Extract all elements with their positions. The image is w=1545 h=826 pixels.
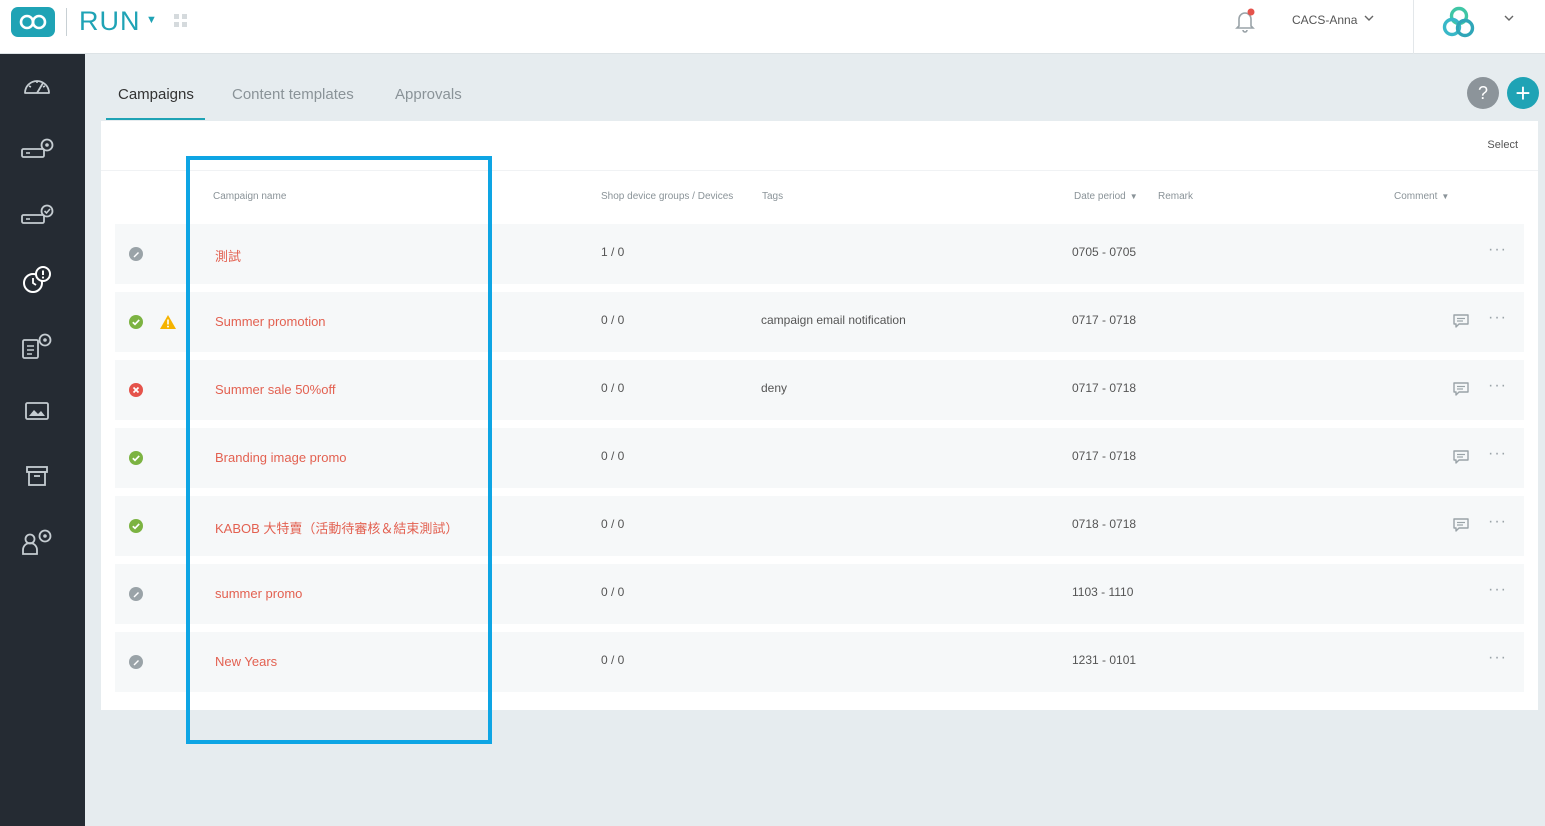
date-period: 0705 - 0705 <box>1072 245 1137 259</box>
sidebar-item-campaigns[interactable] <box>17 260 57 300</box>
tab-content-templates[interactable]: Content templates <box>232 86 354 103</box>
column-header-campaign-name[interactable]: Campaign name <box>213 191 286 202</box>
sidebar-item-device-settings[interactable] <box>17 130 57 170</box>
archive-box-icon <box>26 466 48 486</box>
date-period: 0717 - 0718 <box>1072 313 1137 327</box>
campaign-name-link[interactable]: summer promo <box>215 586 302 601</box>
sidebar-item-dashboard[interactable] <box>17 66 57 106</box>
more-options-icon[interactable]: ··· <box>1488 649 1507 667</box>
device-count: 0 / 0 <box>601 653 625 667</box>
more-options-icon[interactable]: ··· <box>1488 241 1507 259</box>
device-count: 0 / 0 <box>601 517 625 531</box>
sidebar-item-device-check[interactable] <box>17 196 57 236</box>
chevron-down-icon[interactable] <box>1363 11 1375 29</box>
campaign-name-link[interactable]: 測試 <box>215 246 241 265</box>
app-logo[interactable] <box>11 7 55 37</box>
device-check-icon <box>21 204 54 224</box>
table-row[interactable]: KABOB 大特賣（活動待審核＆結束測試） 0 / 0 0718 - 0718 ··· <box>115 496 1524 556</box>
table-row[interactable]: Summer sale 50%off 0 / 0 deny 0717 - 0718 ··… <box>115 360 1524 420</box>
app-grid-icon[interactable] <box>174 14 188 33</box>
draft-pencil-icon <box>129 655 143 669</box>
table-row[interactable]: Summer promotion 0 / 0 campaign email noti… <box>115 292 1524 352</box>
date-period: 1231 - 0101 <box>1072 653 1137 667</box>
draft-pencil-icon <box>129 587 143 601</box>
column-header-devices: Shop device groups / Devices <box>601 191 734 202</box>
select-button[interactable]: Select <box>1487 139 1518 151</box>
brand-chevron-down-icon[interactable] <box>1503 11 1515 29</box>
date-period: 1103 - 1110 <box>1072 585 1134 599</box>
brand-logo-icon[interactable] <box>1438 4 1480 47</box>
device-count: 0 / 0 <box>601 313 625 327</box>
header-divider <box>1413 0 1414 54</box>
image-icon <box>25 402 49 420</box>
sidebar-item-content-settings[interactable] <box>17 326 57 366</box>
sort-down-icon: ▼ <box>1129 192 1138 201</box>
device-count: 0 / 0 <box>601 381 625 395</box>
campaign-clock-alert-icon <box>23 266 51 293</box>
sidebar-item-user-settings[interactable] <box>17 521 57 561</box>
sidebar-item-media[interactable] <box>17 391 57 431</box>
tab-approvals[interactable]: Approvals <box>395 86 462 103</box>
app-switch-caret-icon[interactable]: ▼ <box>146 14 157 26</box>
tab-campaigns[interactable]: Campaigns <box>118 86 194 103</box>
draft-pencil-icon <box>129 247 143 261</box>
campaign-name-link[interactable]: KABOB 大特賣（活動待審核＆結束測試） <box>215 518 458 537</box>
table-row[interactable]: 測試 1 / 0 0705 - 0705 ··· <box>115 224 1524 284</box>
device-count: 1 / 0 <box>601 245 625 259</box>
add-campaign-button[interactable]: + <box>1507 77 1539 109</box>
comment-bubble-icon[interactable] <box>1452 313 1470 334</box>
app-name[interactable]: RUN <box>79 6 141 37</box>
column-header-tags: Tags <box>762 191 784 202</box>
campaign-name-link[interactable]: Summer promotion <box>215 314 326 329</box>
campaign-list-panel: Select Campaign name Shop device groups … <box>101 121 1538 710</box>
active-tab-indicator <box>106 118 205 120</box>
document-gear-icon <box>22 333 52 359</box>
device-count: 0 / 0 <box>601 585 625 599</box>
campaign-name-link[interactable]: Branding image promo <box>215 450 347 465</box>
logo-divider <box>66 8 67 36</box>
sidebar-item-archive[interactable] <box>17 456 57 496</box>
notification-bell-icon[interactable] <box>1233 8 1257 39</box>
comment-bubble-icon[interactable] <box>1452 517 1470 538</box>
tag-text: campaign email notification <box>761 313 906 327</box>
help-button[interactable]: ? <box>1467 77 1499 109</box>
table-row[interactable]: summer promo 0 / 0 1103 - 1110 ··· <box>115 564 1524 624</box>
campaign-name-link[interactable]: Summer sale 50%off <box>215 382 335 397</box>
date-period: 0717 - 0718 <box>1072 381 1137 395</box>
warning-triangle-icon <box>159 314 177 335</box>
more-options-icon[interactable]: ··· <box>1488 581 1507 599</box>
more-options-icon[interactable]: ··· <box>1488 377 1507 395</box>
date-period: 0718 - 0718 <box>1072 517 1137 531</box>
more-options-icon[interactable]: ··· <box>1488 309 1507 327</box>
user-menu[interactable]: CACS-Anna <box>1292 13 1357 27</box>
panel-divider <box>101 170 1538 171</box>
comment-bubble-icon[interactable] <box>1452 381 1470 402</box>
top-bar: RUN ▼ CACS-Anna <box>0 0 1545 54</box>
column-header-remark: Remark <box>1158 191 1194 202</box>
sidebar <box>0 54 85 826</box>
device-count: 0 / 0 <box>601 449 625 463</box>
tag-text: deny <box>761 381 788 395</box>
approved-check-icon <box>129 315 143 329</box>
comment-bubble-icon[interactable] <box>1452 449 1470 470</box>
column-header-comment[interactable]: Comment ▼ <box>1394 191 1449 202</box>
table-row[interactable]: Branding image promo 0 / 0 0717 - 0718 ··· <box>115 428 1524 488</box>
date-period: 0717 - 0718 <box>1072 449 1137 463</box>
sort-down-icon: ▼ <box>1441 192 1450 201</box>
device-gear-icon <box>21 138 54 158</box>
column-header-date-period[interactable]: Date period ▼ <box>1074 191 1138 202</box>
approved-check-icon <box>129 519 143 533</box>
table-row[interactable]: New Years 0 / 0 1231 - 0101 ··· <box>115 632 1524 692</box>
infinity-icon <box>19 14 47 30</box>
denied-x-icon <box>129 383 143 397</box>
dashboard-gauge-icon <box>24 80 50 94</box>
more-options-icon[interactable]: ··· <box>1488 445 1507 463</box>
campaign-name-link[interactable]: New Years <box>215 654 277 669</box>
approved-check-icon <box>129 451 143 465</box>
more-options-icon[interactable]: ··· <box>1488 513 1507 531</box>
user-gear-icon <box>22 529 52 555</box>
